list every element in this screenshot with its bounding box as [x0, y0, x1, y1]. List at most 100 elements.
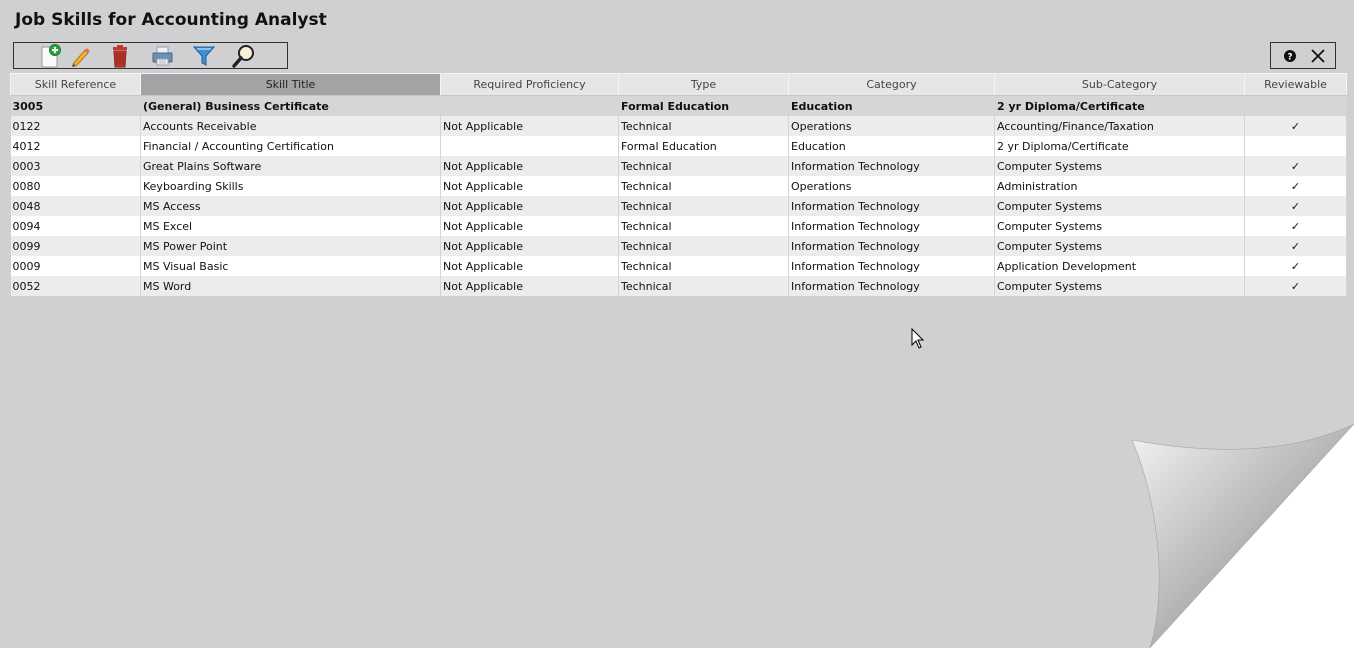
cell-proficiency: Not Applicable	[440, 236, 619, 256]
print-button[interactable]	[147, 44, 177, 68]
cell-reviewable: ✓	[1244, 236, 1347, 256]
cell-subcategory: Computer Systems	[994, 216, 1245, 236]
edit-button[interactable]	[64, 44, 94, 68]
cell-title: (General) Business Certificate	[140, 95, 441, 116]
cell-type: Technical	[618, 236, 789, 256]
add-button[interactable]	[35, 44, 65, 68]
filter-button[interactable]	[189, 44, 219, 68]
cell-category: Education	[788, 95, 995, 116]
cell-reviewable	[1244, 95, 1347, 116]
col-header-sub-category[interactable]: Sub-Category	[994, 73, 1245, 96]
cell-ref: 0052	[10, 276, 141, 296]
table-row[interactable]: 0003 Great Plains Software Not Applicabl…	[10, 156, 1347, 176]
cell-ref: 3005	[10, 95, 141, 116]
cell-proficiency	[440, 95, 619, 116]
cell-ref: 0122	[10, 116, 141, 136]
cell-category: Information Technology	[788, 256, 995, 276]
col-header-reviewable[interactable]: Reviewable	[1244, 73, 1347, 96]
table-header-row: Skill Reference Skill Title Required Pro…	[10, 73, 1347, 96]
cell-title: Financial / Accounting Certification	[140, 136, 441, 156]
col-header-skill-reference[interactable]: Skill Reference	[10, 73, 141, 96]
table-row[interactable]: 0080 Keyboarding Skills Not Applicable T…	[10, 176, 1347, 196]
cell-proficiency: Not Applicable	[440, 256, 619, 276]
cell-title: MS Power Point	[140, 236, 441, 256]
cell-reviewable: ✓	[1244, 116, 1347, 136]
cell-category: Information Technology	[788, 156, 995, 176]
page-sheet: Job Skills for Accounting Analyst ? Skil…	[0, 0, 1354, 648]
cell-title: MS Word	[140, 276, 441, 296]
cell-type: Technical	[618, 156, 789, 176]
table-row[interactable]: 4012 Financial / Accounting Certificatio…	[10, 136, 1347, 156]
cell-proficiency: Not Applicable	[440, 216, 619, 236]
table-row[interactable]: 0052 MS Word Not Applicable Technical In…	[10, 276, 1347, 296]
cell-category: Operations	[788, 116, 995, 136]
help-button[interactable]: ?	[1281, 47, 1301, 65]
cell-subcategory: Application Development	[994, 256, 1245, 276]
col-header-skill-title[interactable]: Skill Title	[140, 73, 441, 96]
table-row[interactable]: 3005 (General) Business Certificate Form…	[10, 95, 1347, 116]
delete-icon	[113, 45, 127, 68]
cell-ref: 0048	[10, 196, 141, 216]
close-button[interactable]	[1309, 47, 1329, 65]
cell-subcategory: 2 yr Diploma/Certificate	[994, 136, 1245, 156]
cell-subcategory: Computer Systems	[994, 156, 1245, 176]
cell-title: Accounts Receivable	[140, 116, 441, 136]
cell-reviewable: ✓	[1244, 276, 1347, 296]
close-icon	[1311, 49, 1325, 63]
cell-subcategory: Computer Systems	[994, 276, 1245, 296]
cell-subcategory: Accounting/Finance/Taxation	[994, 116, 1245, 136]
cell-title: MS Visual Basic	[140, 256, 441, 276]
cell-title: MS Access	[140, 196, 441, 216]
table-row[interactable]: 0122 Accounts Receivable Not Applicable …	[10, 116, 1347, 136]
edit-icon	[72, 48, 90, 67]
cell-subcategory: Computer Systems	[994, 236, 1245, 256]
cell-title: Great Plains Software	[140, 156, 441, 176]
cell-reviewable	[1244, 136, 1347, 156]
cell-proficiency: Not Applicable	[440, 156, 619, 176]
cell-reviewable: ✓	[1244, 156, 1347, 176]
table-row[interactable]: 0094 MS Excel Not Applicable Technical I…	[10, 216, 1347, 236]
cell-reviewable: ✓	[1244, 196, 1347, 216]
col-header-required-proficiency[interactable]: Required Proficiency	[440, 73, 619, 96]
cell-subcategory: 2 yr Diploma/Certificate	[994, 95, 1245, 116]
cell-category: Information Technology	[788, 236, 995, 256]
cell-ref: 0080	[10, 176, 141, 196]
print-icon	[152, 46, 173, 66]
cell-type: Technical	[618, 176, 789, 196]
search-button[interactable]	[229, 44, 259, 68]
cell-category: Information Technology	[788, 196, 995, 216]
help-icon: ?	[1284, 50, 1296, 63]
cell-ref: 4012	[10, 136, 141, 156]
app-page: Job Skills for Accounting Analyst ? Skil…	[0, 0, 1369, 662]
cell-type: Formal Education	[618, 136, 789, 156]
cell-category: Information Technology	[788, 216, 995, 236]
cell-proficiency: Not Applicable	[440, 196, 619, 216]
svg-text:?: ?	[1287, 53, 1292, 63]
cell-ref: 0009	[10, 256, 141, 276]
window-controls: ?	[1270, 42, 1336, 69]
cell-reviewable: ✓	[1244, 216, 1347, 236]
col-header-type[interactable]: Type	[618, 73, 789, 96]
cell-reviewable: ✓	[1244, 256, 1347, 276]
cell-type: Technical	[618, 256, 789, 276]
col-header-category[interactable]: Category	[788, 73, 995, 96]
delete-button[interactable]	[105, 44, 135, 68]
table-row[interactable]: 0099 MS Power Point Not Applicable Techn…	[10, 236, 1347, 256]
table-row[interactable]: 0048 MS Access Not Applicable Technical …	[10, 196, 1347, 216]
cell-type: Technical	[618, 276, 789, 296]
add-icon	[41, 44, 61, 68]
cell-category: Operations	[788, 176, 995, 196]
cell-ref: 0099	[10, 236, 141, 256]
cell-proficiency: Not Applicable	[440, 276, 619, 296]
table-row[interactable]: 0009 MS Visual Basic Not Applicable Tech…	[10, 256, 1347, 276]
cell-subcategory: Computer Systems	[994, 196, 1245, 216]
cell-ref: 0094	[10, 216, 141, 236]
cell-type: Technical	[618, 216, 789, 236]
cell-subcategory: Administration	[994, 176, 1245, 196]
cell-title: Keyboarding Skills	[140, 176, 441, 196]
skills-table: Skill Reference Skill Title Required Pro…	[10, 73, 1347, 296]
cell-type: Technical	[618, 196, 789, 216]
cell-proficiency	[440, 136, 619, 156]
search-icon	[232, 45, 254, 68]
cell-category: Education	[788, 136, 995, 156]
